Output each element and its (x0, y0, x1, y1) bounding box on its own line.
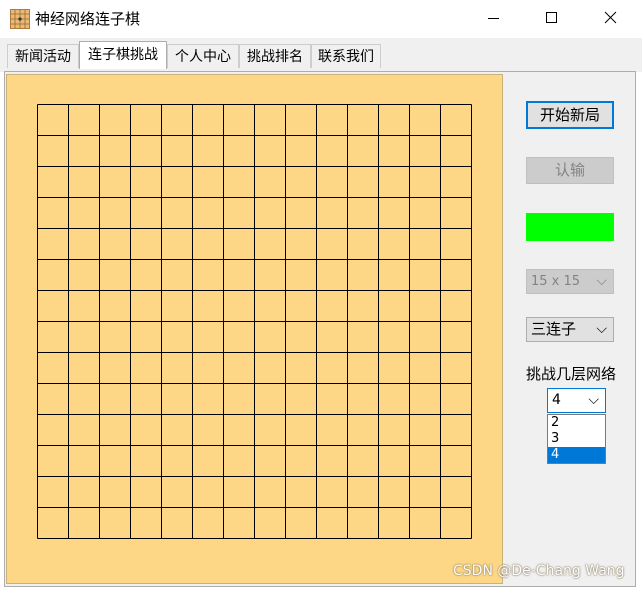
tab-contact[interactable]: 联系我们 (311, 44, 381, 68)
close-icon (604, 11, 617, 24)
grid-board-icon (10, 9, 30, 29)
tab-profile[interactable]: 个人中心 (167, 44, 239, 68)
new-game-button[interactable]: 开始新局 (526, 101, 614, 129)
tab-gomoku-challenge[interactable]: 连子棋挑战 (79, 41, 167, 69)
tab-ranking[interactable]: 挑战排名 (239, 44, 311, 68)
depth-select[interactable]: 4 ⌵ (547, 388, 606, 413)
win-length-value: 三连子 (531, 320, 577, 338)
chevron-down-icon: ⌵ (596, 273, 607, 289)
chevron-down-icon: ⌵ (588, 392, 599, 408)
board-size-value: 15 x 15 (531, 274, 581, 289)
minimize-button[interactable] (470, 0, 516, 38)
turn-indicator (526, 213, 614, 241)
close-button[interactable] (588, 0, 634, 38)
board-size-select[interactable]: 15 x 15 ⌵ (526, 269, 614, 294)
depth-option-4[interactable]: 4 (548, 447, 605, 463)
watermark: CSDN @De-Chang Wang (453, 563, 625, 579)
depth-value: 4 (552, 392, 561, 408)
chevron-down-icon: ⌵ (596, 321, 607, 337)
depth-label: 挑战几层网络 (526, 365, 617, 383)
maximize-button[interactable] (528, 0, 574, 38)
title-bar: 神经网络连子棋 (0, 0, 642, 38)
depth-options-list: 2 3 4 (547, 414, 606, 464)
minimize-icon (488, 18, 499, 19)
depth-option-3[interactable]: 3 (548, 431, 605, 447)
depth-option-2[interactable]: 2 (548, 415, 605, 431)
tab-strip: 新闻活动 连子棋挑战 个人中心 挑战排名 联系我们 (0, 38, 642, 72)
tab-news[interactable]: 新闻活动 (7, 44, 79, 68)
resign-button[interactable]: 认输 (526, 157, 614, 184)
maximize-icon (546, 12, 557, 23)
game-board-grid[interactable] (37, 104, 473, 540)
win-length-select[interactable]: 三连子 ⌵ (526, 317, 614, 342)
window-title: 神经网络连子棋 (35, 10, 141, 28)
